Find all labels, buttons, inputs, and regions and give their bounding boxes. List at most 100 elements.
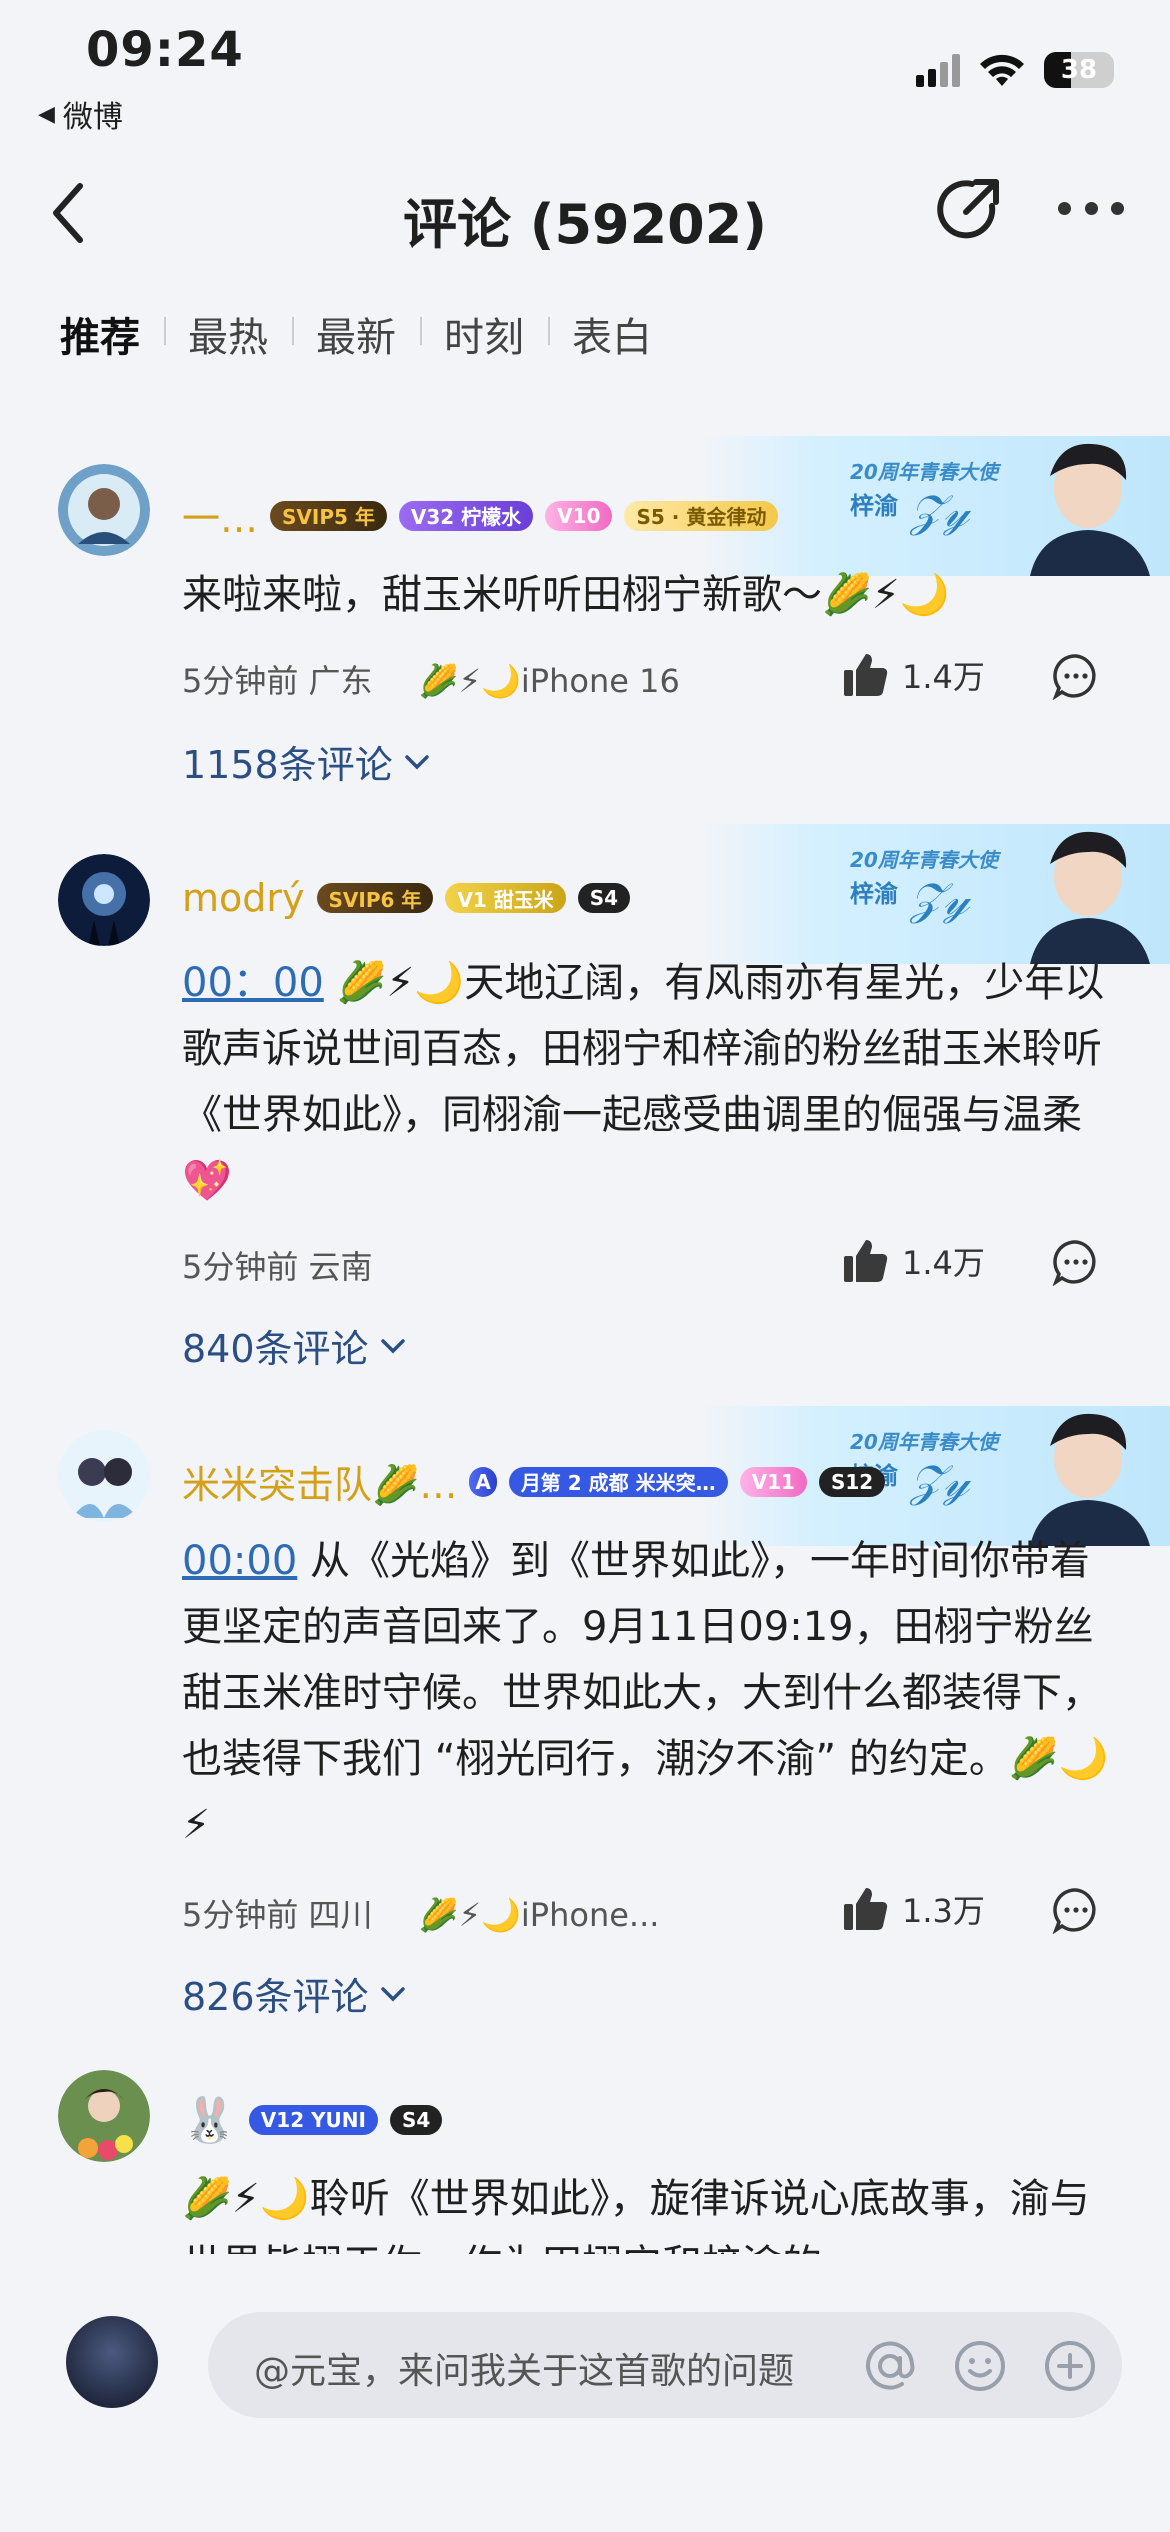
- banner-name: 梓渝: [850, 880, 898, 908]
- like-button[interactable]: 1.4万: [842, 652, 985, 698]
- user-avatar[interactable]: [58, 2070, 150, 2162]
- like-button[interactable]: 1.3万: [842, 1886, 985, 1932]
- vip-badge[interactable]: V11: [739, 1466, 807, 1497]
- reply-icon[interactable]: [1052, 652, 1100, 700]
- comment-text: 🌽⚡🌙聆听《世界如此》，旋律诉说心底故事，渝与世界皆栩于你，作为田栩宁和梓渝的: [182, 2176, 1090, 2254]
- user-avatar[interactable]: [58, 464, 150, 556]
- thumbs-up-icon: [844, 1888, 888, 1930]
- like-count: 1.4万: [902, 658, 985, 696]
- reply-count: 826条评论: [182, 1975, 369, 2019]
- username[interactable]: 一…: [182, 488, 258, 543]
- reply-count: 840条评论: [182, 1327, 369, 1371]
- level-badge[interactable]: V32 柠檬水: [398, 500, 534, 531]
- verified-icon: A: [469, 1466, 497, 1497]
- comment-location: 广东: [308, 662, 373, 700]
- music-badge[interactable]: S4: [577, 883, 631, 913]
- system-icons: 38: [916, 52, 1114, 88]
- svip-badge[interactable]: SVIP6 年: [316, 883, 434, 913]
- mention-icon[interactable]: [862, 2338, 918, 2394]
- tab-recommended[interactable]: 推荐: [60, 305, 164, 363]
- fan-level-badge[interactable]: V1 甜玉米: [445, 883, 566, 913]
- tab-hottest[interactable]: 最热: [164, 305, 292, 363]
- chevron-down-icon: [404, 754, 429, 769]
- vip-badge[interactable]: V10: [545, 500, 613, 531]
- name-row: 一… SVIP5 年 V32 柠檬水 V10 S5 · 黄金律动: [182, 488, 779, 543]
- reply-icon[interactable]: [1052, 1886, 1100, 1934]
- username[interactable]: 米米突击队🌽…: [182, 1454, 457, 1509]
- banner-portrait-image: [1030, 443, 1150, 576]
- chevron-down-icon: [380, 1338, 405, 1353]
- name-row: 🐰 V12 YUNI S4: [182, 2094, 443, 2146]
- clock: 09:24: [86, 22, 244, 78]
- battery-icon: 38: [1044, 52, 1114, 88]
- music-badge[interactable]: S12: [818, 1466, 886, 1497]
- comment-item: 20周年青春大使 梓渝 𝒵𝓎 一… SVIP5 年 V32 柠檬水 V10 S5…: [0, 430, 1170, 810]
- sort-tabs: 推荐 最热 最新 时刻 表白: [60, 305, 676, 363]
- emoji-icon[interactable]: [952, 2338, 1008, 2394]
- back-to-app[interactable]: ◀ 微博: [38, 92, 123, 136]
- timestamp-link[interactable]: 00:00: [182, 1538, 297, 1584]
- name-row: 米米突击队🌽… A 月第 2 成都 米米突… V11 S12: [182, 1454, 886, 1509]
- like-button[interactable]: 1.4万: [842, 1238, 985, 1284]
- banner-signature: 𝒵𝓎: [910, 486, 970, 537]
- banner-signature: 𝒵𝓎: [910, 874, 970, 925]
- user-avatar[interactable]: [58, 854, 150, 946]
- banner-portrait-image: [1030, 1413, 1150, 1546]
- reply-count: 1158条评论: [182, 743, 393, 787]
- banner-signature: 𝒵𝓎: [910, 1456, 970, 1507]
- banner-title: 20周年青春大使: [850, 1430, 998, 1454]
- view-replies-link[interactable]: 826条评论: [182, 1966, 407, 2021]
- comment-device: 🌽⚡🌙iPhone...: [418, 1896, 660, 1934]
- user-avatar[interactable]: [58, 1430, 150, 1522]
- comment-meta: 5分钟前 四川 🌽⚡🌙iPhone...: [182, 1890, 659, 1936]
- thumbs-up-icon: [844, 1240, 888, 1282]
- comment-body: 从《光焰》到《世界如此》，一年时间你带着更坚定的声音回来了。9月11日09:19…: [182, 1538, 1109, 1848]
- view-replies-link[interactable]: 1158条评论: [182, 734, 431, 789]
- timestamp-link[interactable]: 00：00: [182, 960, 324, 1006]
- input-placeholder: @元宝，来问我关于这首歌的问题: [254, 2351, 795, 2392]
- music-badge[interactable]: S4: [389, 2105, 443, 2135]
- battery-percent: 38: [1060, 55, 1098, 85]
- comment-time: 5分钟前: [182, 1248, 299, 1286]
- banner-name: 梓渝: [850, 492, 898, 520]
- like-count: 1.3万: [902, 1892, 985, 1930]
- music-badge[interactable]: S5 · 黄金律动: [624, 500, 779, 531]
- comment-device: 🌽⚡🌙iPhone 16: [418, 662, 680, 700]
- comment-location: 云南: [308, 1248, 373, 1286]
- tab-moment[interactable]: 时刻: [420, 305, 548, 363]
- comment-item: 🐰 V12 YUNI S4 🌽⚡🌙聆听《世界如此》，旋律诉说心底故事，渝与世界皆…: [0, 2040, 1170, 2254]
- status-bar: 09:24 ◀ 微博 38: [0, 0, 1170, 140]
- banner-title: 20周年青春大使: [850, 460, 998, 484]
- chevron-down-icon: [380, 1986, 405, 2001]
- svip-badge[interactable]: SVIP5 年: [270, 500, 387, 531]
- view-replies-link[interactable]: 840条评论: [182, 1318, 407, 1373]
- comment-text: 00：00 🌽⚡🌙天地辽阔，有风雨亦有星光，少年以歌声诉说世间百态，田栩宁和梓渝…: [182, 950, 1112, 1214]
- username[interactable]: 🐰: [182, 2094, 237, 2146]
- ranking-badge[interactable]: 月第 2 成都 米米突…: [508, 1466, 728, 1497]
- banner-title: 20周年青春大使: [850, 848, 998, 872]
- tab-latest[interactable]: 最新: [292, 305, 420, 363]
- level-badge[interactable]: V12 YUNI: [248, 2105, 378, 2135]
- wifi-icon: [980, 54, 1024, 86]
- like-count: 1.4万: [902, 1244, 985, 1282]
- comment-text: 来啦来啦，甜玉米听听田栩宁新歌～🌽⚡🌙: [182, 572, 950, 618]
- my-avatar[interactable]: [66, 2316, 158, 2408]
- username[interactable]: modrý: [182, 876, 305, 920]
- share-icon[interactable]: [930, 172, 1006, 248]
- scrolled-off-text: ·····: [180, 374, 400, 392]
- header: 评论 (59202): [0, 150, 1170, 270]
- banner-portrait-image: [1030, 831, 1150, 964]
- fan-banner: 20周年青春大使 梓渝 𝒵𝓎: [700, 824, 1170, 964]
- cellular-signal-icon: [916, 53, 960, 87]
- add-icon[interactable]: [1042, 2338, 1098, 2394]
- comment-input[interactable]: @元宝，来问我关于这首歌的问题: [208, 2312, 1122, 2418]
- tab-confession[interactable]: 表白: [548, 305, 676, 363]
- thumbs-up-icon: [844, 654, 888, 696]
- reply-icon[interactable]: [1052, 1238, 1100, 1286]
- comment-item: 20周年青春大使 梓渝 𝒵𝓎 modrý SVIP6 年 V1 甜玉米 S4 0…: [0, 810, 1170, 1410]
- comment-meta: 5分钟前 广东 🌽⚡🌙iPhone 16: [182, 656, 680, 702]
- more-options-icon[interactable]: [1058, 202, 1124, 222]
- comment-input-bar: @元宝，来问我关于这首歌的问题: [0, 2254, 1170, 2532]
- comment-location: 四川: [308, 1896, 373, 1934]
- comment-text: 00:00 从《光焰》到《世界如此》，一年时间你带着更坚定的声音回来了。9月11…: [182, 1528, 1112, 1858]
